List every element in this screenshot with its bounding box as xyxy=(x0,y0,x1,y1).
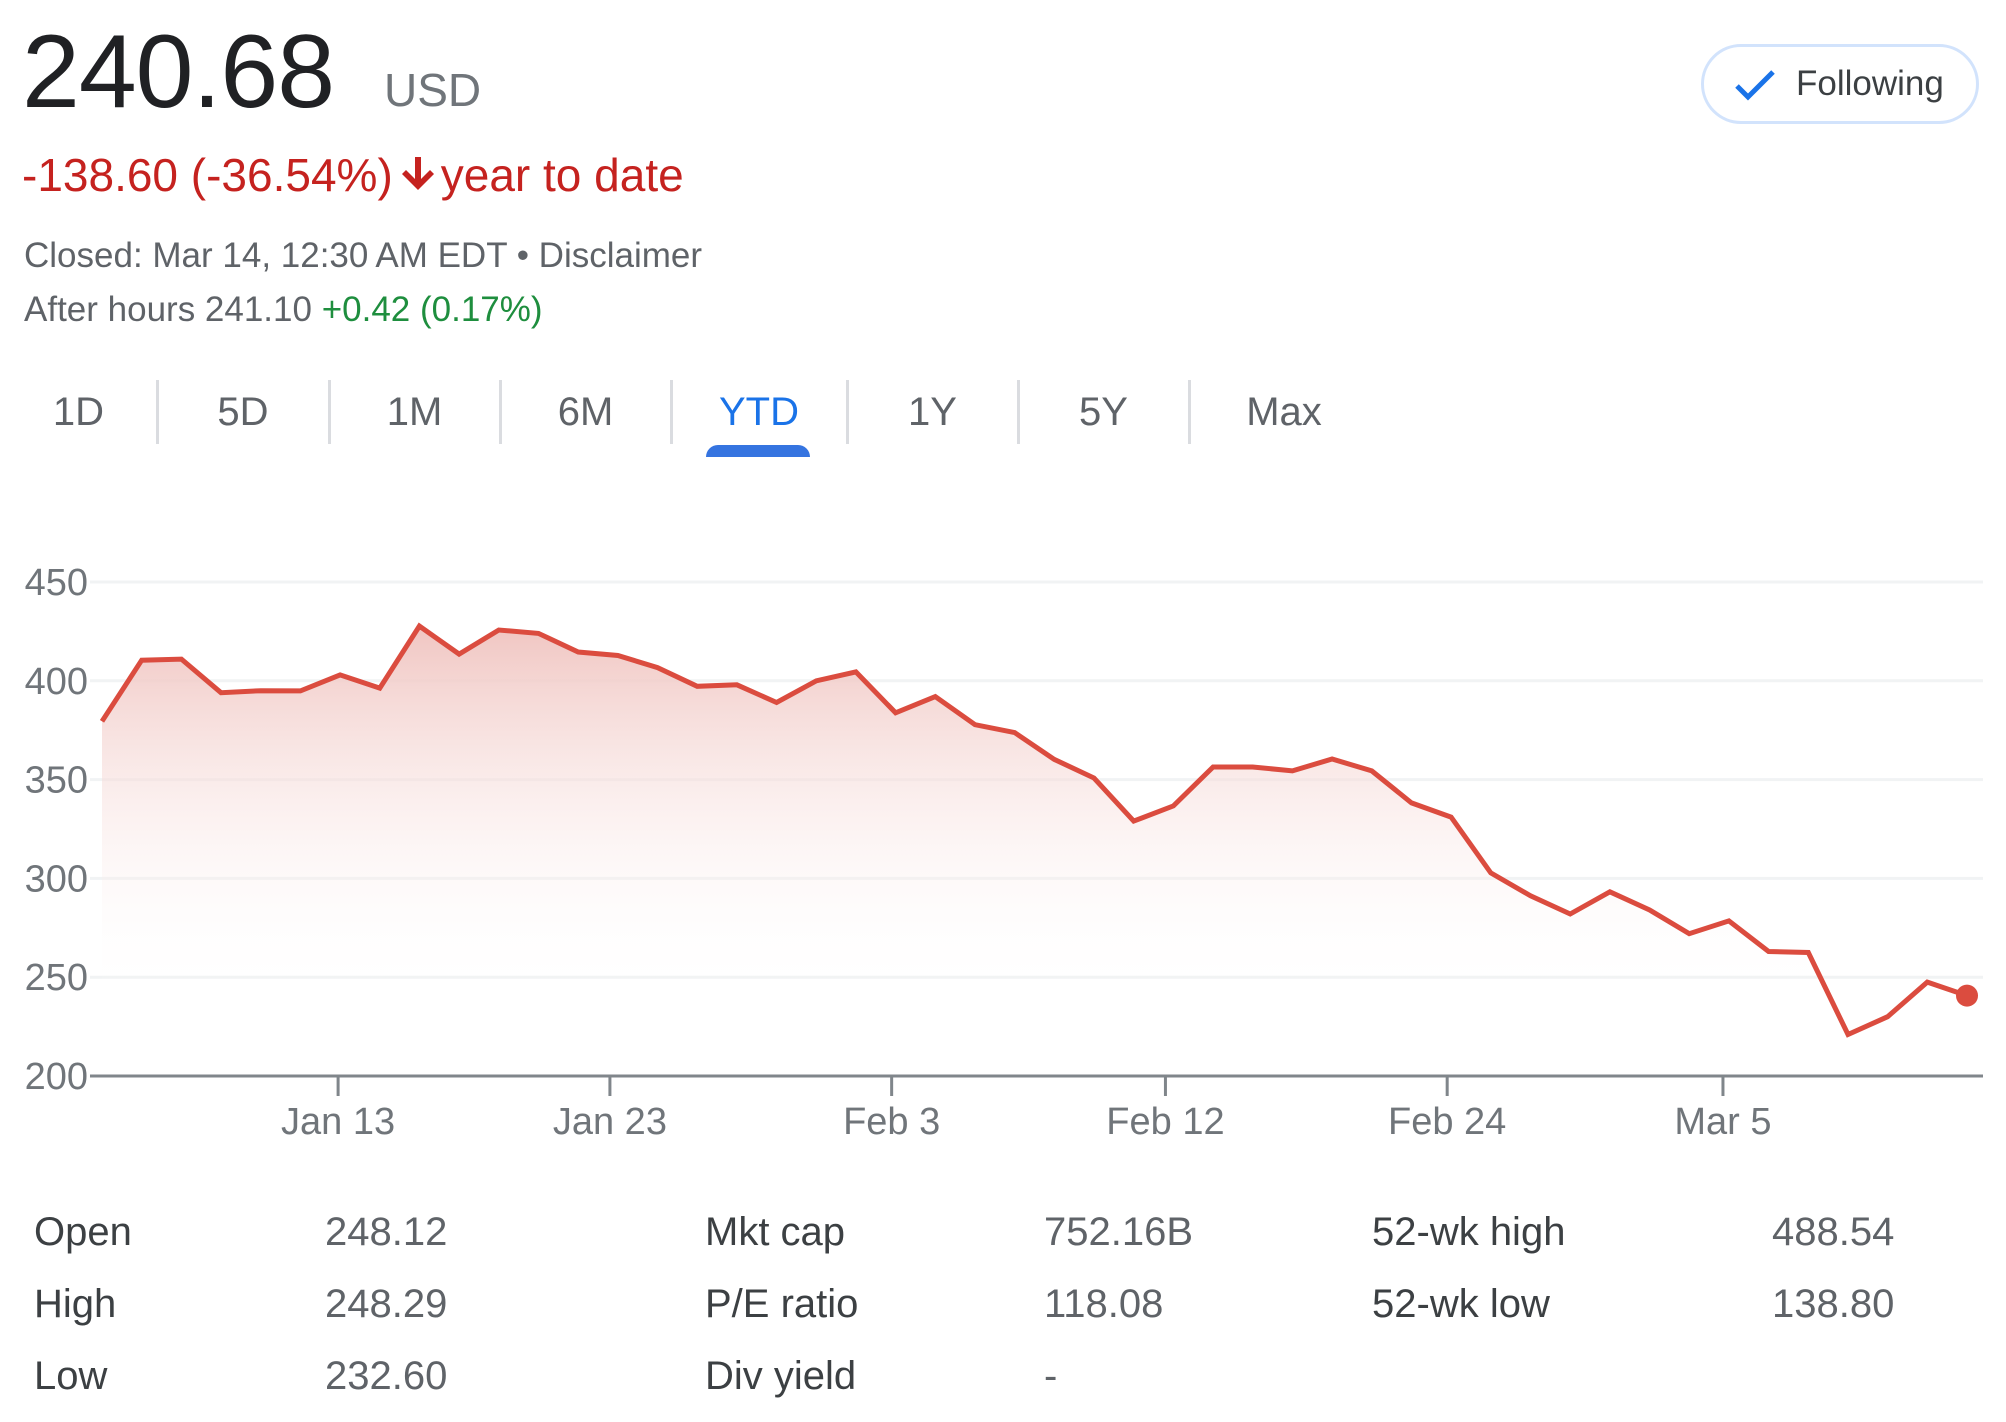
tab-divider xyxy=(156,380,159,444)
y-tick-label: 450 xyxy=(25,562,88,604)
market-status: Closed: Mar 14, 12:30 AM EDT • Disclaime… xyxy=(24,234,702,278)
current-price: 240.68 xyxy=(22,14,335,130)
tab-divider xyxy=(1017,380,1020,444)
change-period: year to date xyxy=(440,149,684,201)
tab-divider xyxy=(328,380,331,444)
tab-5d[interactable]: 5D xyxy=(157,372,329,462)
price-change: -138.60 (-36.54%) xyxy=(22,149,393,201)
x-tick-label: Jan 23 xyxy=(553,1101,667,1143)
y-axis-labels: 200 250 300 350 400 450 xyxy=(25,562,88,1098)
arrow-down-icon xyxy=(401,149,435,190)
price-chart: 200 250 300 350 400 450 Jan 13 Jan 23 Feb 3 Feb … xyxy=(25,562,1983,1143)
tab-label: Max xyxy=(1246,390,1322,434)
last-price-marker xyxy=(1956,984,1978,1007)
y-tick-label: 300 xyxy=(25,858,88,900)
x-tick-label: Jan 13 xyxy=(281,1101,395,1143)
x-axis-ticks: Jan 13 Jan 23 Feb 3 Feb 12 Feb 24 Mar 5 xyxy=(281,1076,1772,1143)
after-hours-price: After hours 241.10 xyxy=(24,290,312,329)
stat-value: 248.12 xyxy=(325,1210,448,1254)
y-tick-label: 200 xyxy=(25,1056,88,1098)
stat-value: 752.16B xyxy=(1044,1210,1194,1254)
stat-value: - xyxy=(1044,1354,1058,1398)
x-tick-label: Feb 12 xyxy=(1106,1101,1224,1143)
stat-label: Low xyxy=(34,1354,108,1398)
tab-ytd[interactable]: YTD xyxy=(671,372,847,462)
tab-1y[interactable]: 1Y xyxy=(847,372,1018,462)
stat-value: 488.54 xyxy=(1772,1210,1895,1254)
x-tick-label: Mar 5 xyxy=(1674,1101,1771,1143)
stat-label: High xyxy=(34,1282,117,1326)
y-tick-label: 400 xyxy=(25,661,88,703)
closed-time: Closed: Mar 14, 12:30 AM EDT xyxy=(24,236,507,275)
y-tick-label: 350 xyxy=(25,760,88,802)
stat-label: Div yield xyxy=(705,1354,857,1398)
stat-label: 52-wk high xyxy=(1372,1210,1566,1254)
tab-5y[interactable]: 5Y xyxy=(1018,372,1189,462)
stat-label: Open xyxy=(34,1210,132,1254)
key-stats: Open 248.12 High 248.29 Low 232.60 Mkt cap 752.… xyxy=(0,1200,2006,1422)
stat-label: P/E ratio xyxy=(705,1282,859,1326)
disclaimer-link[interactable]: Disclaimer xyxy=(539,236,702,275)
tab-divider xyxy=(1188,380,1191,444)
active-tab-indicator xyxy=(706,445,810,457)
following-label: Following xyxy=(1796,64,1944,103)
after-hours-change: +0.42 (0.17%) xyxy=(321,290,543,329)
x-tick-label: Feb 3 xyxy=(843,1101,940,1143)
y-tick-label: 250 xyxy=(25,957,88,999)
currency-label: USD xyxy=(384,64,482,116)
tab-label: YTD xyxy=(719,390,799,434)
stat-value: 118.08 xyxy=(1044,1282,1164,1326)
stat-value: 138.80 xyxy=(1772,1282,1895,1326)
tab-6m[interactable]: 6M xyxy=(500,372,671,462)
separator-dot: • xyxy=(506,236,539,275)
x-tick-label: Feb 24 xyxy=(1388,1101,1506,1143)
tab-divider xyxy=(846,380,849,444)
tab-divider xyxy=(670,380,673,444)
tab-label: 1D xyxy=(52,390,105,434)
tab-1d[interactable]: 1D xyxy=(0,372,157,462)
stat-label: Mkt cap xyxy=(705,1210,846,1254)
price-area xyxy=(102,626,1967,1076)
tab-divider xyxy=(499,380,502,444)
stat-value: 248.29 xyxy=(325,1282,448,1326)
tab-label: 5D xyxy=(217,390,269,434)
tab-label: 1Y xyxy=(908,390,957,434)
tab-label: 1M xyxy=(386,390,443,434)
tab-1m[interactable]: 1M xyxy=(329,372,500,462)
tab-label: 6M xyxy=(557,390,614,434)
after-hours: After hours 241.10 +0.42 (0.17%) xyxy=(24,288,543,332)
stat-label: 52-wk low xyxy=(1372,1282,1550,1326)
tab-max[interactable]: Max xyxy=(1189,372,1379,462)
tab-label: 5Y xyxy=(1079,390,1128,434)
following-button[interactable]: Following xyxy=(1701,44,1979,124)
check-icon xyxy=(1734,67,1776,101)
price-change-line: -138.60 (-36.54%) year to date xyxy=(22,145,684,205)
stat-value: 232.60 xyxy=(325,1354,448,1398)
